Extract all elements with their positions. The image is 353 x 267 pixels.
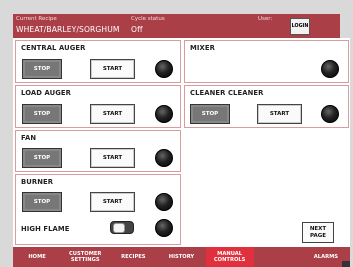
manual-controls-screen: Current Recipe WHEAT/BARLEY/SORGHUM Cycl… (0, 0, 353, 267)
burner-status-lamp (155, 193, 173, 211)
load-auger-stop-button[interactable]: STOP (22, 104, 62, 124)
fan-title: FAN (21, 134, 37, 142)
load-auger-title: LOAD AUGER (21, 89, 71, 97)
central-auger-panel: CENTRAL AUGER STOP START (15, 40, 181, 83)
cleaner-start-button[interactable]: START (257, 104, 302, 124)
tab-recipes[interactable]: RECIPES (109, 247, 157, 267)
user-label: User: (258, 16, 273, 22)
mixer-panel: MIXER (184, 40, 349, 83)
fan-panel: FAN STOP START (15, 130, 181, 172)
tab-manual-controls[interactable]: MANUAL CONTROLS (205, 247, 254, 267)
cleaner-title: CLEANER CLEANER (190, 89, 264, 97)
tab-blank (254, 247, 302, 267)
current-recipe-label: Current Recipe (16, 16, 57, 22)
tab-history[interactable]: HISTORY (157, 247, 205, 267)
load-auger-panel: LOAD AUGER STOP START (15, 85, 181, 128)
tab-customer-settings[interactable]: CUSTOMER SETTINGS (61, 247, 109, 267)
manual-controls-panel: CENTRAL AUGER STOP START MIXER LOAD AUGE… (13, 38, 350, 247)
fan-start-button[interactable]: START (90, 148, 135, 168)
burner-title: BURNER (21, 178, 54, 186)
tab-home[interactable]: HOME (13, 247, 61, 267)
login-button[interactable]: LOGIN (290, 18, 310, 35)
bottom-nav: HOME CUSTOMER SETTINGS RECIPES HISTORY M… (13, 247, 350, 267)
load-auger-start-button[interactable]: START (90, 104, 135, 124)
header-bar: Current Recipe WHEAT/BARLEY/SORGHUM Cycl… (13, 14, 340, 38)
cleaner-panel: CLEANER CLEANER STOP START (184, 85, 349, 128)
fan-stop-button[interactable]: STOP (22, 148, 62, 168)
cycle-status-label: Cycle status (131, 16, 165, 22)
load-auger-status-lamp (155, 105, 173, 123)
burner-start-button[interactable]: START (90, 192, 135, 212)
mixer-title: MIXER (190, 44, 215, 52)
central-auger-start-button[interactable]: START (90, 59, 135, 79)
cycle-status-value: Off (131, 25, 143, 34)
cleaner-status-lamp (321, 105, 339, 123)
central-auger-title: CENTRAL AUGER (21, 44, 86, 52)
toggle-knob (113, 223, 125, 233)
fan-status-lamp (155, 149, 173, 167)
high-flame-status-lamp (155, 219, 173, 237)
cleaner-stop-button[interactable]: STOP (190, 104, 230, 124)
current-recipe-value: WHEAT/BARLEY/SORGHUM (16, 25, 120, 34)
central-auger-stop-button[interactable]: STOP (22, 59, 62, 79)
resize-corner-icon (342, 261, 350, 267)
next-page-button[interactable]: NEXT PAGE (302, 222, 334, 243)
high-flame-toggle[interactable] (110, 221, 134, 234)
mixer-status-lamp (321, 60, 339, 78)
burner-stop-button[interactable]: STOP (22, 192, 62, 212)
central-auger-status-lamp (155, 60, 173, 78)
high-flame-label: HIGH FLAME (21, 225, 70, 233)
burner-panel: BURNER STOP START HIGH FLAME (15, 174, 181, 245)
